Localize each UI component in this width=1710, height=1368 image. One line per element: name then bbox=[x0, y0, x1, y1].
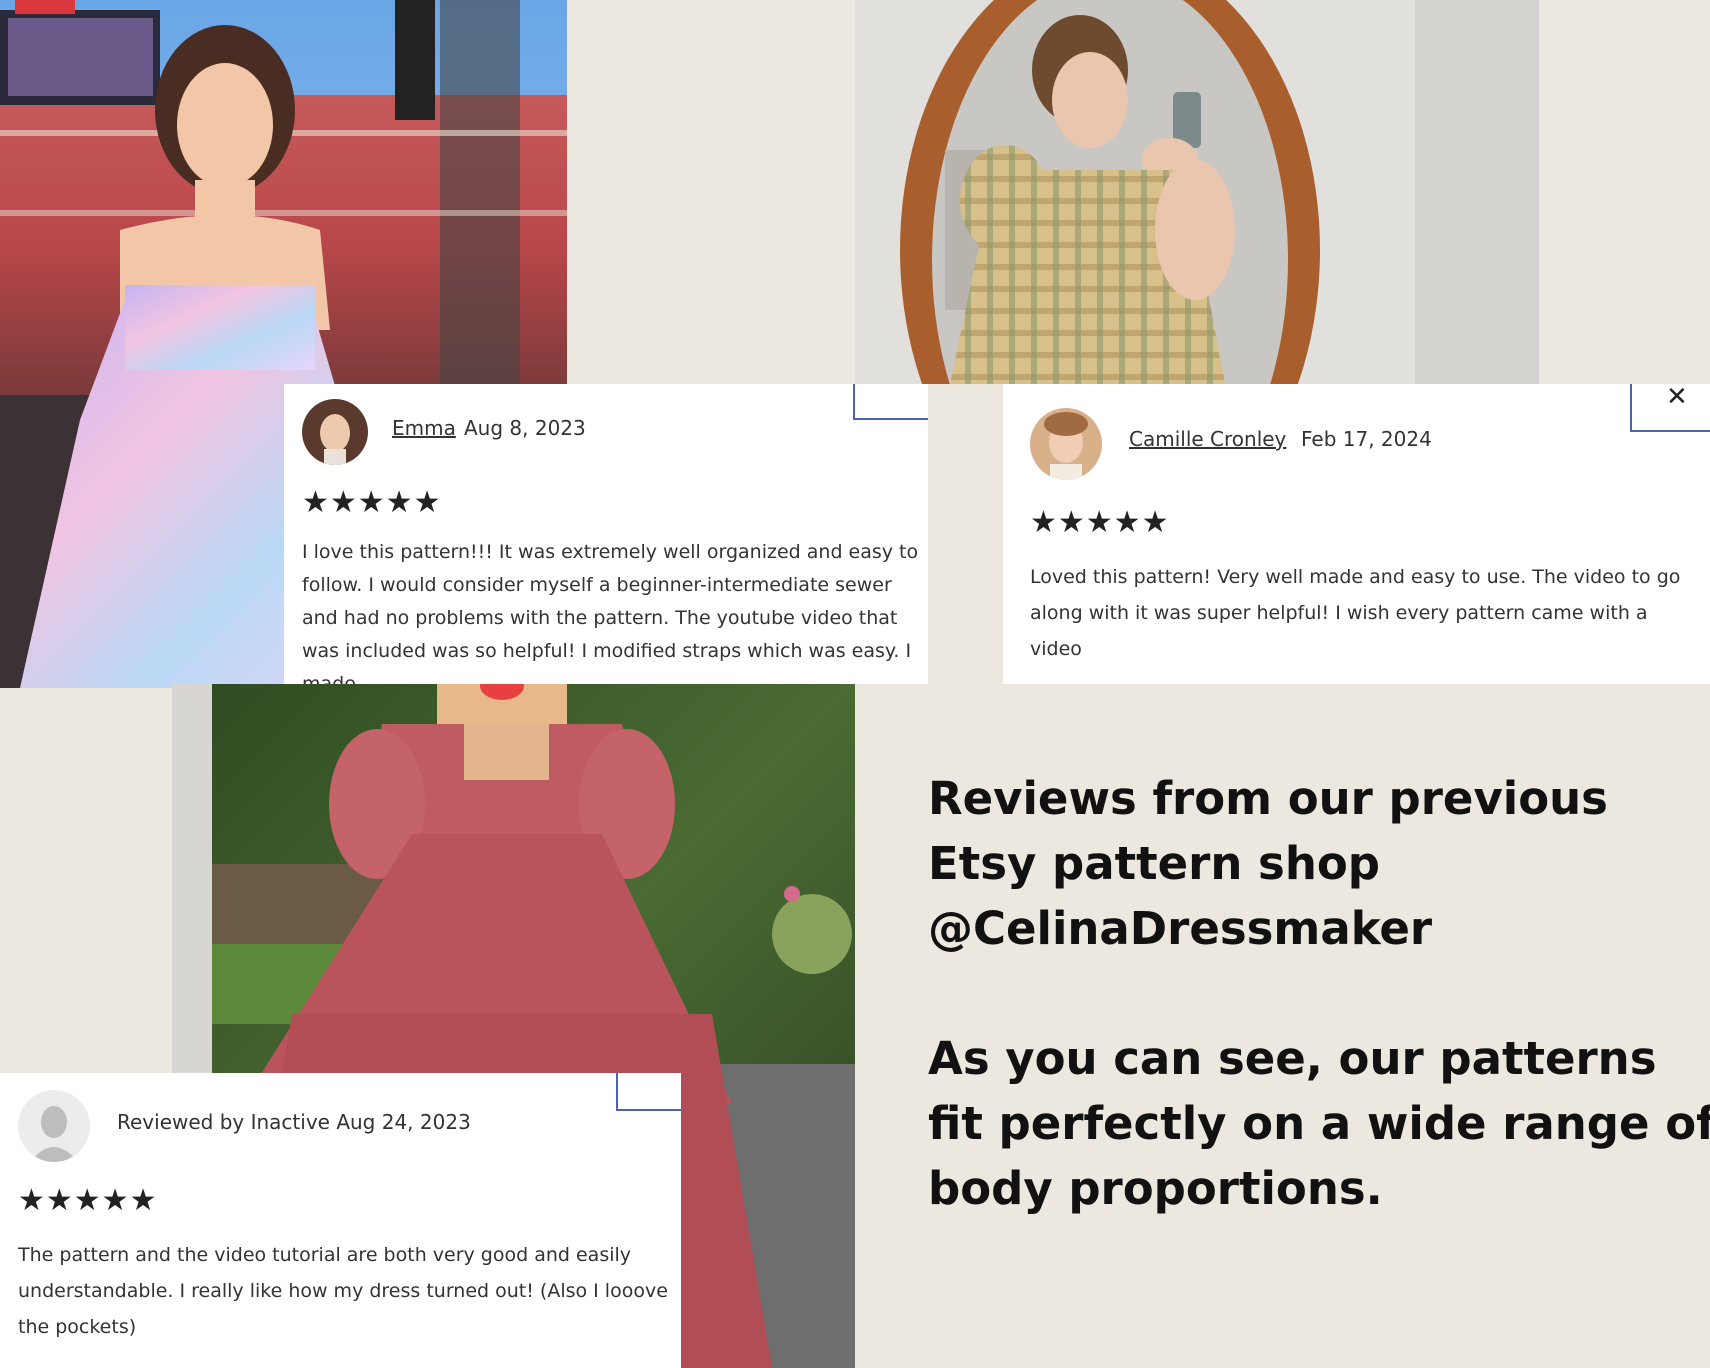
review-by-line: Reviewed by Inactive Aug 24, 2023 bbox=[117, 1110, 471, 1134]
statement-line: As you can see, our patterns bbox=[928, 1032, 1657, 1085]
close-icon[interactable]: ✕ bbox=[1666, 384, 1688, 410]
headline-line: Etsy pattern shop bbox=[928, 837, 1380, 890]
headline-line: Reviews from our previous bbox=[928, 772, 1608, 825]
star-rating: ★★★★★ bbox=[1030, 505, 1170, 540]
statement-line: fit perfectly on a wide range of bbox=[928, 1097, 1710, 1150]
headline-block: Reviews from our previous Etsy pattern s… bbox=[928, 766, 1668, 961]
customer-photo-mirror-selfie bbox=[855, 0, 1539, 384]
review-text: I love this pattern!!! It was extremely … bbox=[302, 541, 919, 684]
reviewer-avatar bbox=[1030, 408, 1102, 480]
star-rating: ★★★★★ bbox=[302, 485, 442, 520]
reviewer-name-link[interactable]: Camille Cronley bbox=[1129, 427, 1286, 451]
review-text: Loved this pattern! Very well made and e… bbox=[1030, 566, 1681, 660]
review-date: Feb 17, 2024 bbox=[1301, 427, 1432, 451]
collapse-caret-icon[interactable]: ^ bbox=[885, 384, 913, 398]
review-card-emma: Emma Aug 8, 2023 ★★★★★ I love this patte… bbox=[284, 384, 928, 684]
reviewer-avatar bbox=[302, 399, 368, 465]
fit-statement-block: As you can see, our patterns fit perfect… bbox=[928, 1026, 1710, 1221]
collapse-caret-icon[interactable]: ^ bbox=[648, 1073, 676, 1087]
star-rating: ★★★★★ bbox=[18, 1183, 158, 1218]
shop-handle: @CelinaDressmaker bbox=[928, 902, 1433, 955]
reviewer-name-link[interactable]: Emma bbox=[392, 416, 456, 440]
statement-line: body proportions. bbox=[928, 1162, 1383, 1215]
review-card-camille: Camille Cronley Feb 17, 2024 ★★★★★ Loved… bbox=[1003, 384, 1710, 684]
default-avatar-icon bbox=[18, 1090, 90, 1162]
review-date: Aug 8, 2023 bbox=[464, 416, 586, 440]
review-text: The pattern and the video tutorial are b… bbox=[18, 1244, 668, 1338]
review-card-inactive: Reviewed by Inactive Aug 24, 2023 ★★★★★ … bbox=[0, 1073, 681, 1368]
